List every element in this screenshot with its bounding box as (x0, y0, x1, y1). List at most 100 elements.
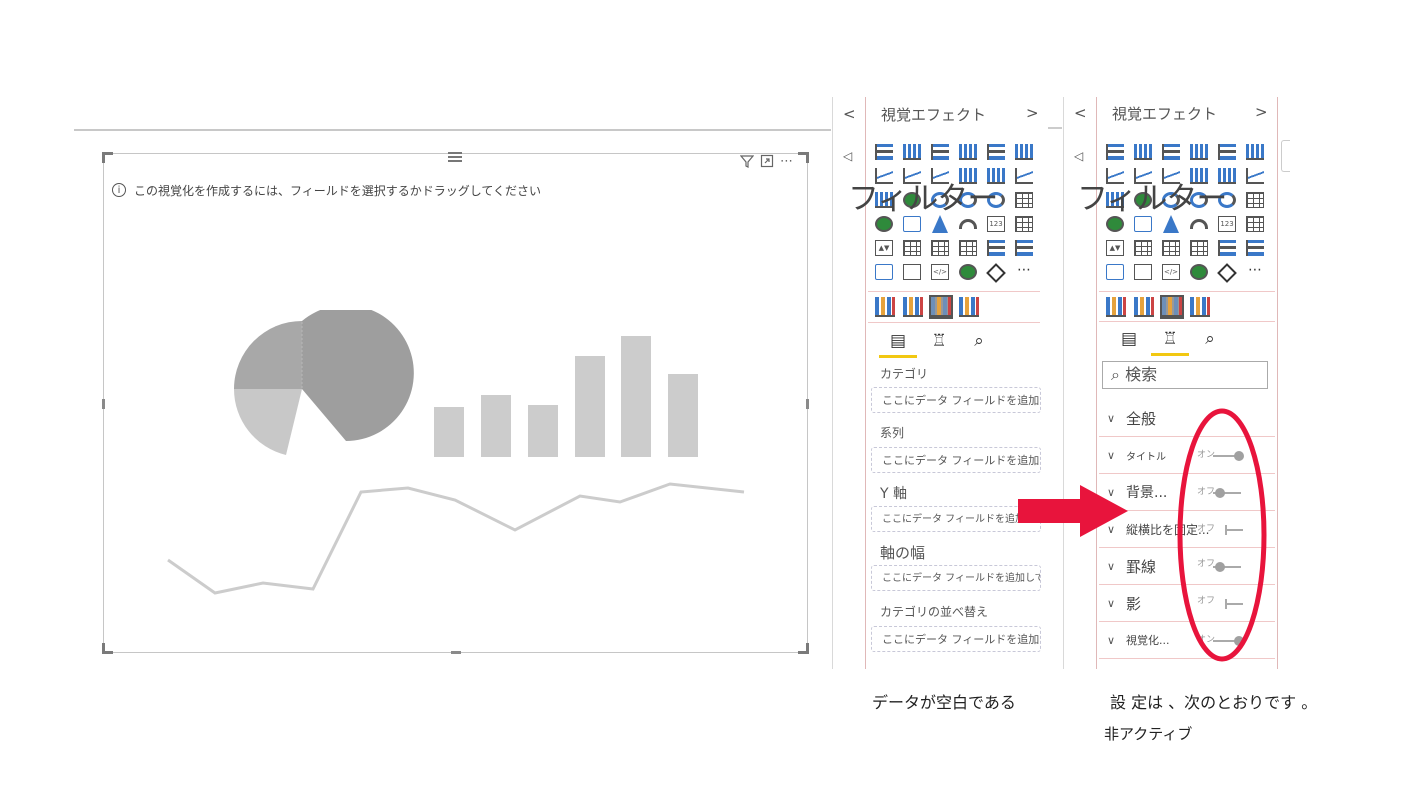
gauge-icon[interactable] (959, 219, 977, 229)
100-stacked-column-chart-icon[interactable] (1015, 144, 1033, 160)
map-icon[interactable] (1246, 192, 1264, 208)
field-well-category-sort[interactable]: ここにデータ フィールドを追加してください (871, 626, 1041, 652)
custom-visual-icon[interactable] (959, 297, 979, 317)
decomposition-tree-icon[interactable] (1015, 240, 1033, 256)
filled-map-icon[interactable] (903, 216, 921, 232)
table-icon[interactable] (1162, 240, 1180, 256)
decomposition-tree-icon[interactable] (1246, 240, 1264, 256)
fields-tab-icon[interactable]: ▤ (887, 330, 909, 352)
power-apps-icon[interactable] (986, 263, 1006, 283)
table-icon[interactable] (931, 240, 949, 256)
chevron-down-icon: ∨ (1106, 411, 1116, 425)
chevron-left-icon[interactable]: < (843, 105, 856, 123)
globe-map-icon[interactable] (1106, 216, 1124, 232)
kpi-icon[interactable]: ▲▼ (875, 240, 893, 256)
custom-visuals-row (1106, 295, 1210, 319)
analytics-magnifier-icon[interactable]: ⌕ (1199, 328, 1221, 350)
arcgis-map-icon[interactable] (1190, 264, 1208, 280)
power-apps-icon[interactable] (1217, 263, 1237, 283)
stacked-column-chart-icon[interactable] (903, 144, 921, 160)
qa-icon[interactable] (875, 264, 893, 280)
stacked-column-chart-icon[interactable] (1134, 144, 1152, 160)
filter-pane-icon[interactable]: ◁ (1074, 149, 1083, 163)
placeholder-visual-art (167, 310, 745, 595)
stacked-bar-chart-icon[interactable] (1106, 144, 1124, 160)
search-icon: ⌕ (1111, 365, 1120, 384)
100-stacked-column-chart-icon[interactable] (1246, 144, 1264, 160)
paginated-report-icon[interactable]: </> (931, 264, 949, 280)
custom-visual-icon[interactable] (903, 297, 923, 317)
more-visuals-icon[interactable]: ⋯ (1246, 263, 1264, 280)
selected-custom-visual-icon[interactable] (1160, 295, 1184, 319)
chevron-right-icon[interactable]: > (1255, 103, 1268, 121)
field-well-axis-width[interactable]: ここにデータ フィールドを追加してください (871, 565, 1041, 591)
gauge-icon[interactable] (1190, 219, 1208, 229)
map-icon[interactable] (1015, 192, 1033, 208)
placeholder-pie-slice-top-left (234, 321, 302, 389)
selected-custom-visual-icon[interactable] (929, 295, 953, 319)
waterfall-chart-icon[interactable] (1015, 168, 1033, 184)
separator (1099, 321, 1275, 322)
clustered-column-chart-icon[interactable] (959, 144, 977, 160)
narrative-icon[interactable] (903, 264, 921, 280)
resize-handle-top-right[interactable] (798, 152, 809, 163)
card-icon[interactable]: 123 (1218, 216, 1236, 232)
custom-visual-icon[interactable] (1134, 297, 1154, 317)
well-label-category: カテゴリ (880, 367, 929, 381)
resize-handle-left[interactable] (102, 399, 105, 409)
separator (868, 291, 1040, 292)
pane-title: 視覚エフェクト (1112, 105, 1218, 123)
placeholder-bar (481, 395, 511, 457)
100-stacked-bar-chart-icon[interactable] (1218, 144, 1236, 160)
resize-handle-bottom-left[interactable] (102, 643, 113, 654)
paginated-report-icon[interactable]: </> (1162, 264, 1180, 280)
resize-handle-bottom[interactable] (451, 651, 461, 654)
matrix-icon[interactable] (959, 240, 977, 256)
field-well-y-axis[interactable]: ここにデータ フィールドを追加してください (871, 506, 1041, 532)
format-search-input[interactable]: ⌕ 検索 (1102, 361, 1268, 389)
filled-map-icon[interactable] (1134, 216, 1152, 232)
format-paint-roller-icon[interactable]: ♖ (928, 330, 950, 352)
key-influencers-icon[interactable] (1218, 240, 1236, 256)
more-visuals-icon[interactable]: ⋯ (1015, 263, 1033, 280)
focus-mode-icon[interactable] (760, 154, 774, 168)
resize-handle-right[interactable] (806, 399, 809, 409)
globe-map-icon[interactable] (875, 216, 893, 232)
100-stacked-bar-chart-icon[interactable] (987, 144, 1005, 160)
clustered-bar-chart-icon[interactable] (931, 144, 949, 160)
custom-visual-icon[interactable] (1106, 297, 1126, 317)
analytics-magnifier-icon[interactable]: ⌕ (968, 330, 990, 352)
stacked-bar-chart-icon[interactable] (875, 144, 893, 160)
narrative-icon[interactable] (1134, 264, 1152, 280)
info-message-text: この視覚化を作成するには、フィールドを選択するかドラッグしてください (134, 183, 542, 198)
resize-handle-bottom-right[interactable] (798, 643, 809, 654)
resize-handle-top-left[interactable] (102, 152, 113, 163)
multi-row-card-icon[interactable] (1015, 216, 1033, 232)
matrix-icon[interactable] (1190, 240, 1208, 256)
key-influencers-icon[interactable] (987, 240, 1005, 256)
drag-handle-icon[interactable] (448, 152, 462, 162)
format-paint-roller-icon[interactable]: ♖ (1159, 328, 1181, 350)
clustered-bar-chart-icon[interactable] (1162, 144, 1180, 160)
field-well-category[interactable]: ここにデータ フィールドを追加してください (871, 387, 1041, 413)
kpi-icon[interactable]: ▲▼ (1106, 240, 1124, 256)
arcgis-map-icon[interactable] (959, 264, 977, 280)
field-well-series[interactable]: ここにデータ フィールドを追加してください (871, 447, 1041, 473)
slicer-icon[interactable] (1134, 240, 1152, 256)
fields-tab-icon[interactable]: ▤ (1118, 328, 1140, 350)
multi-row-card-icon[interactable] (1246, 216, 1264, 232)
qa-icon[interactable] (1106, 264, 1124, 280)
filter-pane-icon[interactable]: ◁ (843, 149, 852, 163)
more-options-icon[interactable]: ⋯ (780, 154, 793, 169)
slicer-icon[interactable] (903, 240, 921, 256)
clustered-column-chart-icon[interactable] (1190, 144, 1208, 160)
chevron-right-icon[interactable]: > (1026, 104, 1039, 122)
waterfall-chart-icon[interactable] (1246, 168, 1264, 184)
placeholder-bar (621, 336, 651, 457)
chevron-left-icon[interactable]: < (1074, 104, 1087, 122)
custom-visual-icon[interactable] (1190, 297, 1210, 317)
card-icon[interactable]: 123 (987, 216, 1005, 232)
caption-right-line1: 設 定は 、次のとおりです 。 (1110, 693, 1318, 712)
filter-icon[interactable] (740, 154, 754, 168)
custom-visual-icon[interactable] (875, 297, 895, 317)
